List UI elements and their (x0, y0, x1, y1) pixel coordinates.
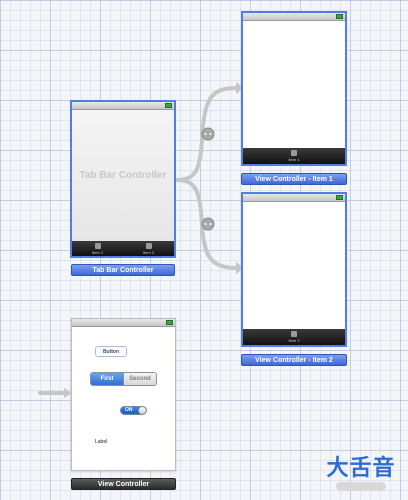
static-label: Label (95, 439, 108, 445)
watermark-bar (336, 482, 386, 491)
item1-caption[interactable]: View Controller - Item 1 (241, 173, 347, 185)
tab-bar-controller-body: Tab Bar Controller (72, 110, 174, 241)
segmented-control[interactable]: First Second (90, 372, 157, 386)
battery-icon (166, 320, 173, 325)
view-controller-caption[interactable]: View Controller (71, 478, 176, 490)
tab-bar-controller-caption[interactable]: Tab Bar Controller (71, 264, 175, 276)
switch-state-text: ON (125, 407, 133, 413)
battery-icon (165, 103, 172, 108)
status-bar (72, 319, 175, 327)
tab-item-2[interactable]: Item 2 (243, 329, 345, 345)
status-bar (243, 194, 345, 202)
tab-item-1[interactable]: Item 1 (72, 241, 123, 256)
segue-badge-item1 (201, 127, 215, 141)
tab-item-label: Item 1 (91, 249, 104, 255)
status-bar (72, 102, 174, 110)
item2-scene[interactable]: Item 2 (241, 192, 347, 347)
segment-second[interactable]: Second (123, 373, 156, 385)
status-bar (243, 13, 345, 21)
tab-item-2[interactable]: Item 2 (123, 241, 174, 256)
tab-item-1[interactable]: Item 1 (243, 148, 345, 164)
watermark-logo: 大舌音 (318, 456, 404, 496)
item2-caption[interactable]: View Controller - Item 2 (241, 354, 347, 366)
battery-icon (336, 195, 343, 200)
tab-item-icon (94, 242, 101, 249)
tab-item-label: Item 2 (288, 338, 300, 343)
watermark-text: 大舌音 (326, 455, 396, 481)
tab-bar: Item 1 Item 2 (72, 241, 174, 256)
view-controller-scene[interactable]: Button First Second ON Label (71, 318, 176, 471)
tab-bar-controller-scene[interactable]: Tab Bar Controller Item 1 Item 2 (70, 100, 176, 258)
switch-knob (138, 407, 146, 414)
tab-item-icon (291, 331, 297, 337)
on-off-switch[interactable]: ON (120, 406, 147, 415)
tab-bar-controller-placeholder: Tab Bar Controller (79, 170, 167, 181)
tab-item-icon (145, 242, 152, 249)
battery-icon (336, 14, 343, 19)
item1-scene[interactable]: Item 1 (241, 11, 347, 166)
tab-bar: Item 1 (243, 148, 345, 164)
tab-item-label: Item 2 (142, 249, 155, 255)
tab-bar: Item 2 (243, 329, 345, 345)
round-rect-button[interactable]: Button (95, 346, 127, 357)
tab-item-label: Item 1 (288, 157, 300, 162)
tab-item-icon (291, 150, 297, 156)
segment-first[interactable]: First (91, 373, 123, 385)
segue-badge-item2 (201, 217, 215, 231)
